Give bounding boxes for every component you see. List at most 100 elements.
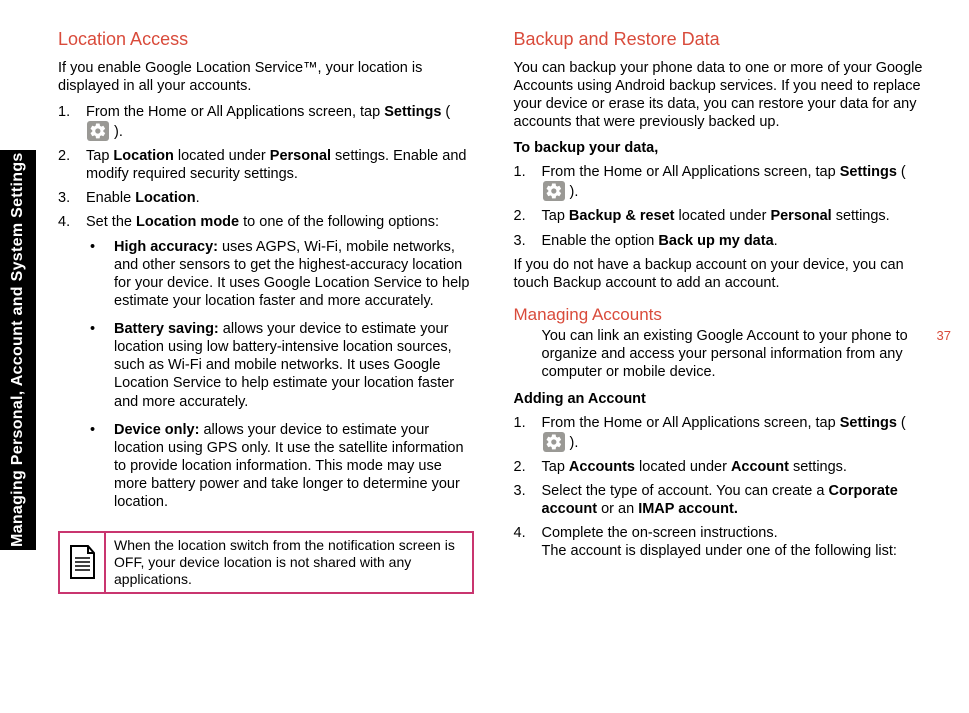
- settings-icon: [87, 121, 109, 141]
- step-body: Tap Backup & reset located under Persona…: [542, 207, 930, 225]
- astep-1: 1. From the Home or All Applications scr…: [514, 414, 930, 452]
- text: located under: [675, 208, 771, 224]
- text: ).: [566, 184, 579, 200]
- step-number: 2.: [58, 147, 86, 183]
- bullet-high-accuracy: • High accuracy: uses AGPS, Wi-Fi, mobil…: [86, 238, 474, 311]
- text: located under: [635, 459, 731, 475]
- bstep-2: 2. Tap Backup & reset located under Pers…: [514, 207, 930, 225]
- text: Set the: [86, 214, 136, 230]
- bold: Account: [731, 459, 789, 475]
- step-number: 1.: [514, 414, 542, 452]
- text: The account is displayed under one of th…: [542, 543, 897, 559]
- step-body: Enable Location.: [86, 189, 474, 207]
- subhead-adding-account: Adding an Account: [514, 390, 930, 408]
- text: Enable: [86, 190, 135, 206]
- settings-icon: [543, 432, 565, 452]
- text: (: [441, 104, 450, 120]
- text: Tap: [542, 208, 569, 224]
- step-2: 2. Tap Location located under Personal s…: [58, 147, 474, 183]
- after-backup-text: If you do not have a backup account on y…: [514, 256, 930, 292]
- text: (: [897, 164, 906, 180]
- page-columns: Location Access If you enable Google Loc…: [58, 28, 929, 594]
- text: From the Home or All Applications screen…: [86, 104, 384, 120]
- right-column: Backup and Restore Data You can backup y…: [514, 28, 930, 594]
- text: From the Home or All Applications screen…: [542, 415, 840, 431]
- bold: Settings: [384, 104, 441, 120]
- text: Tap: [542, 459, 569, 475]
- text: or an: [597, 501, 638, 517]
- bullet-dot: •: [86, 320, 114, 411]
- step-body: Select the type of account. You can crea…: [542, 482, 930, 518]
- left-column: Location Access If you enable Google Loc…: [58, 28, 474, 594]
- step-number: 4.: [514, 524, 542, 560]
- text: to one of the following options:: [239, 214, 439, 230]
- step-4: 4. Set the Location mode to one of the f…: [58, 213, 474, 521]
- step-body: Enable the option Back up my data.: [542, 232, 930, 250]
- bold: Backup & reset: [569, 208, 675, 224]
- step-number: 3.: [58, 189, 86, 207]
- text: ).: [110, 124, 123, 140]
- note-box: When the location switch from the notifi…: [58, 531, 474, 593]
- backup-steps: 1. From the Home or All Applications scr…: [514, 163, 930, 250]
- text: settings.: [832, 208, 890, 224]
- bold: Device only:: [114, 422, 199, 438]
- bold: Settings: [840, 415, 897, 431]
- step-number: 4.: [58, 213, 86, 521]
- bullet-battery-saving: • Battery saving: allows your device to …: [86, 320, 474, 411]
- bullet-dot: •: [86, 238, 114, 311]
- text: Enable the option: [542, 233, 659, 249]
- heading-location-access: Location Access: [58, 28, 474, 51]
- step-body: Tap Location located under Personal sett…: [86, 147, 474, 183]
- step-3: 3. Enable Location.: [58, 189, 474, 207]
- bold: Personal: [770, 208, 831, 224]
- subhead-to-backup: To backup your data,: [514, 139, 930, 157]
- side-tab-label: Managing Personal, Account and System Se…: [0, 150, 36, 550]
- step-body: Tap Accounts located under Account setti…: [542, 458, 930, 476]
- bullet-text: High accuracy: uses AGPS, Wi-Fi, mobile …: [114, 238, 474, 311]
- step-body: From the Home or All Applications screen…: [86, 103, 474, 141]
- text: Select the type of account. You can crea…: [542, 483, 829, 499]
- bullet-device-only: • Device only: allows your device to est…: [86, 421, 474, 512]
- bold: Accounts: [569, 459, 635, 475]
- settings-icon: [543, 181, 565, 201]
- bold: Location: [113, 148, 173, 164]
- managing-intro: You can link an existing Google Account …: [514, 327, 930, 381]
- text: Complete the on-screen instructions.: [542, 525, 778, 541]
- note-text: When the location switch from the notifi…: [106, 533, 472, 591]
- step-number: 1.: [514, 163, 542, 201]
- text: Tap: [86, 148, 113, 164]
- text: From the Home or All Applications screen…: [542, 164, 840, 180]
- bold: High accuracy:: [114, 239, 218, 255]
- bold: Location: [135, 190, 195, 206]
- bullet-text: Device only: allows your device to estim…: [114, 421, 474, 512]
- bold: Personal: [270, 148, 331, 164]
- step-number: 3.: [514, 482, 542, 518]
- bold: IMAP account.: [638, 501, 738, 517]
- text: (: [897, 415, 906, 431]
- bullet-text: Battery saving: allows your device to es…: [114, 320, 474, 411]
- step-number: 1.: [58, 103, 86, 141]
- text: ).: [566, 435, 579, 451]
- step-body: From the Home or All Applications screen…: [542, 414, 930, 452]
- account-steps: 1. From the Home or All Applications scr…: [514, 414, 930, 561]
- step-body: Set the Location mode to one of the foll…: [86, 213, 474, 521]
- astep-3: 3. Select the type of account. You can c…: [514, 482, 930, 518]
- step-number: 2.: [514, 458, 542, 476]
- bullet-dot: •: [86, 421, 114, 512]
- step-number: 3.: [514, 232, 542, 250]
- mode-bullets: • High accuracy: uses AGPS, Wi-Fi, mobil…: [86, 238, 474, 512]
- intro-text: If you enable Google Location Service™, …: [58, 59, 474, 95]
- bold: Back up my data: [658, 233, 773, 249]
- bstep-3: 3. Enable the option Back up my data.: [514, 232, 930, 250]
- text: .: [196, 190, 200, 206]
- step-body: From the Home or All Applications screen…: [542, 163, 930, 201]
- step-body: Complete the on-screen instructions. The…: [542, 524, 930, 560]
- location-steps: 1. From the Home or All Applications scr…: [58, 103, 474, 522]
- bstep-1: 1. From the Home or All Applications scr…: [514, 163, 930, 201]
- step-1: 1. From the Home or All Applications scr…: [58, 103, 474, 141]
- text: settings.: [789, 459, 847, 475]
- heading-managing-accounts: Managing Accounts: [514, 304, 930, 325]
- backup-intro: You can backup your phone data to one or…: [514, 59, 930, 132]
- bold: Location mode: [136, 214, 239, 230]
- astep-2: 2. Tap Accounts located under Account se…: [514, 458, 930, 476]
